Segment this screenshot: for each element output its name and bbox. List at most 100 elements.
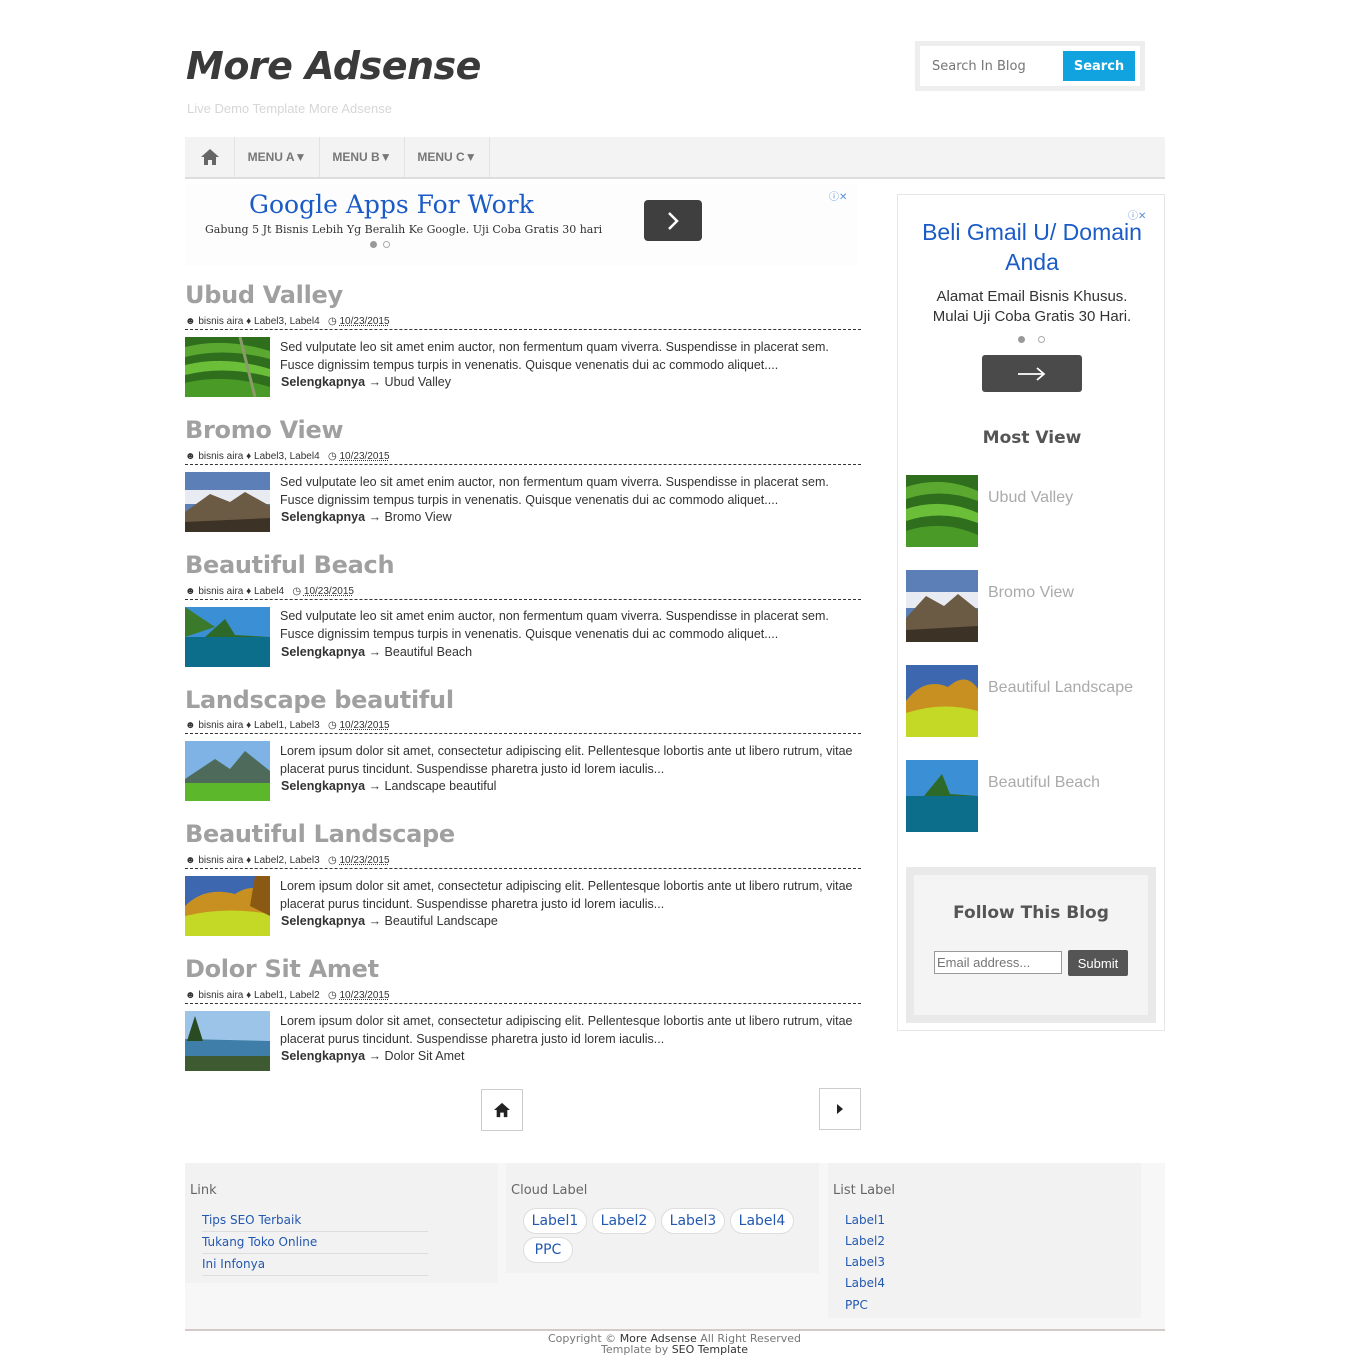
post-title[interactable]: Dolor Sit Amet: [185, 955, 379, 983]
cloud-label[interactable]: Label3: [661, 1208, 725, 1234]
caret-right-icon: [837, 1104, 843, 1114]
ad-banner-top[interactable]: Google Apps For Work Gabung 5 Jt Bisnis …: [185, 184, 857, 266]
nav-menu-c[interactable]: MENU C▼: [405, 137, 490, 177]
adchoices-icon[interactable]: ⓘ✕: [829, 188, 847, 203]
ad-dot-active[interactable]: [1018, 336, 1025, 343]
post-labels[interactable]: Label3, Label4: [254, 451, 320, 462]
post-thumbnail-volcano[interactable]: [185, 472, 270, 532]
footer-link[interactable]: Ini Infonya: [202, 1257, 428, 1276]
post-author[interactable]: bisnis aira: [198, 990, 243, 1001]
post-author[interactable]: bisnis aira: [198, 855, 243, 866]
pager-home-button[interactable]: [481, 1089, 523, 1131]
user-icon: ☻: [185, 316, 196, 327]
read-more-label[interactable]: Selengkapnya: [281, 375, 365, 389]
popular-thumbnail-beach[interactable]: [906, 760, 978, 832]
post-snippet: Sed vulputate leo sit amet enim auctor, …: [280, 340, 829, 372]
popular-post-title[interactable]: Beautiful Beach: [988, 774, 1100, 792]
list-label[interactable]: PPC: [845, 1298, 868, 1312]
search-button[interactable]: Search: [1063, 51, 1135, 81]
email-field[interactable]: [934, 951, 1062, 974]
search-input[interactable]: [926, 52, 1062, 80]
submit-button[interactable]: Submit: [1068, 950, 1128, 976]
popular-thumbnail-rice-terrace[interactable]: [906, 475, 978, 547]
sidebar-ad-title[interactable]: Beli Gmail U/ Domain Anda: [898, 217, 1166, 277]
read-more-label[interactable]: Selengkapnya: [281, 779, 365, 793]
nav-menu-a[interactable]: MENU A▼: [235, 137, 320, 177]
post-title[interactable]: Ubud Valley: [185, 281, 343, 309]
pager-next-button[interactable]: [819, 1088, 861, 1130]
post-thumbnail-rice-terrace[interactable]: [185, 337, 270, 397]
ad-next-button[interactable]: [644, 200, 702, 241]
nav-menu-b[interactable]: MENU B▼: [320, 137, 405, 177]
post-date[interactable]: 10/23/2015: [340, 316, 390, 327]
ad-dot[interactable]: [1038, 336, 1045, 343]
list-label[interactable]: Label3: [845, 1255, 885, 1269]
ad-title[interactable]: Google Apps For Work: [249, 190, 534, 219]
post-thumbnail-lake[interactable]: [185, 1011, 270, 1071]
sidebar-ad-button[interactable]: [982, 355, 1082, 392]
nav-home[interactable]: [185, 137, 235, 177]
post-thumbnail-beach[interactable]: [185, 607, 270, 667]
post-labels[interactable]: Label2, Label3: [254, 855, 320, 866]
popular-post-title[interactable]: Bromo View: [988, 584, 1074, 602]
cloud-label[interactable]: Label4: [730, 1208, 794, 1234]
read-more-link[interactable]: Selengkapnya → Beautiful Landscape: [281, 914, 498, 928]
ad-dot-active[interactable]: [370, 241, 377, 248]
post-meta: ☻ bisnis aira ♦ Label2, Label3 ◷ 10/23/2…: [185, 855, 861, 869]
post-date[interactable]: 10/23/2015: [340, 990, 390, 1001]
post-date[interactable]: 10/23/2015: [340, 855, 390, 866]
cloud-label[interactable]: Label2: [592, 1208, 656, 1234]
post-date[interactable]: 10/23/2015: [340, 451, 390, 462]
read-more-link[interactable]: Selengkapnya → Ubud Valley: [281, 375, 451, 389]
read-more-label[interactable]: Selengkapnya: [281, 645, 365, 659]
post-title[interactable]: Beautiful Landscape: [185, 820, 455, 848]
list-label[interactable]: Label2: [845, 1234, 885, 1248]
post-title[interactable]: Landscape beautiful: [185, 686, 454, 714]
read-more-label[interactable]: Selengkapnya: [281, 510, 365, 524]
read-more-label[interactable]: Selengkapnya: [281, 914, 365, 928]
read-more-target[interactable]: → Ubud Valley: [369, 375, 451, 389]
post-author[interactable]: bisnis aira: [198, 316, 243, 327]
read-more-label[interactable]: Selengkapnya: [281, 1049, 365, 1063]
list-label[interactable]: Label1: [845, 1213, 885, 1227]
popular-post-title[interactable]: Beautiful Landscape: [988, 679, 1133, 697]
cloud-label[interactable]: Label1: [523, 1208, 587, 1234]
post-author[interactable]: bisnis aira: [198, 586, 243, 597]
popular-thumbnail-autumn-field[interactable]: [906, 665, 978, 737]
list-label[interactable]: Label4: [845, 1276, 885, 1290]
read-more-link[interactable]: Selengkapnya → Bromo View: [281, 510, 452, 524]
post-thumbnail-mountain[interactable]: [185, 741, 270, 801]
clock-icon: ◷: [327, 720, 337, 731]
read-more-target[interactable]: → Beautiful Landscape: [369, 914, 498, 928]
footer-link[interactable]: Tips SEO Terbaik: [202, 1213, 428, 1232]
follow-widget: Follow This Blog Submit: [906, 867, 1156, 1023]
popular-thumbnail-volcano[interactable]: [906, 570, 978, 642]
clock-icon: ◷: [327, 451, 337, 462]
post-labels[interactable]: Label4: [254, 586, 284, 597]
post-meta: ☻ bisnis aira ♦ Label1, Label2 ◷ 10/23/2…: [185, 990, 861, 1004]
post-snippet: Sed vulputate leo sit amet enim auctor, …: [280, 609, 829, 641]
read-more-target[interactable]: → Landscape beautiful: [369, 779, 497, 793]
post-title[interactable]: Beautiful Beach: [185, 551, 395, 579]
popular-post-title[interactable]: Ubud Valley: [988, 489, 1073, 507]
ad-dot[interactable]: [383, 241, 390, 248]
post-date[interactable]: 10/23/2015: [304, 586, 354, 597]
read-more-link[interactable]: Selengkapnya → Beautiful Beach: [281, 645, 472, 659]
footer-link[interactable]: Tukang Toko Online: [202, 1235, 428, 1254]
read-more-link[interactable]: Selengkapnya → Dolor Sit Amet: [281, 1049, 464, 1063]
post-thumbnail-autumn-field[interactable]: [185, 876, 270, 936]
post-labels[interactable]: Label1, Label3: [254, 720, 320, 731]
read-more-link[interactable]: Selengkapnya → Landscape beautiful: [281, 779, 496, 793]
post-labels[interactable]: Label3, Label4: [254, 316, 320, 327]
read-more-target[interactable]: → Bromo View: [369, 510, 452, 524]
post-date[interactable]: 10/23/2015: [340, 720, 390, 731]
template-link[interactable]: SEO Template: [672, 1343, 748, 1356]
post-author[interactable]: bisnis aira: [198, 451, 243, 462]
post-title[interactable]: Bromo View: [185, 416, 344, 444]
read-more-target[interactable]: → Dolor Sit Amet: [369, 1049, 465, 1063]
read-more-target[interactable]: → Beautiful Beach: [369, 645, 473, 659]
post-author[interactable]: bisnis aira: [198, 720, 243, 731]
cloud-label[interactable]: PPC: [523, 1237, 573, 1263]
site-title[interactable]: More Adsense: [186, 44, 481, 88]
post-labels[interactable]: Label1, Label2: [254, 990, 320, 1001]
